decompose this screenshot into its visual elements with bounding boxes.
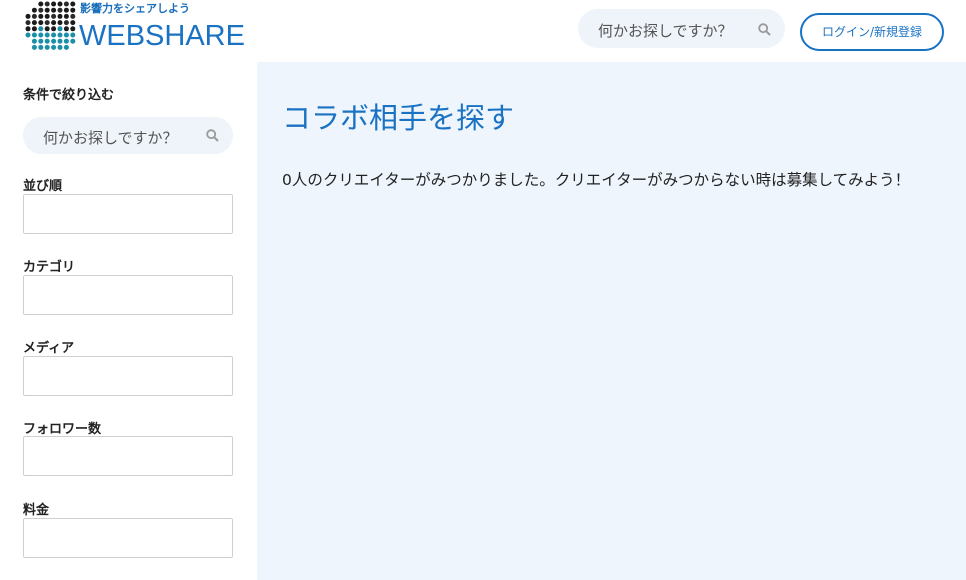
price-label: 料金	[23, 503, 50, 518]
search-result-message: 0人のクリエイターがみつかりました。クリエイターがみつからない時は募集してみよう…	[282, 171, 911, 189]
price-select[interactable]	[23, 518, 233, 558]
logo-wordmark: WEBSHARE	[79, 20, 245, 52]
header-search-input[interactable]: 何かお探しですか？	[578, 9, 785, 48]
search-icon[interactable]	[206, 129, 219, 142]
filter-title: 条件で絞り込む	[23, 88, 115, 103]
sidebar-search-input[interactable]: 何かお探しですか？	[23, 117, 233, 154]
header-search-placeholder: 何かお探しですか？	[598, 22, 733, 40]
sidebar-search-placeholder: 何かお探しですか？	[43, 129, 178, 147]
logo-tagline: 影響力をシェアしよう	[80, 2, 190, 15]
main-content: コラボ相手を探す 0人のクリエイターがみつかりました。クリエイターがみつからない…	[257, 62, 966, 580]
site-header: 影響力をシェアしよう WEBSHARE 何かお探しですか？ ログイン/新規登録	[0, 0, 966, 62]
media-label: メディア	[23, 341, 75, 356]
login-register-button[interactable]: ログイン/新規登録	[800, 13, 944, 51]
logo-dots-icon	[25, 1, 76, 50]
page-title: コラボ相手を探す	[282, 101, 515, 135]
follower-count-select[interactable]	[23, 436, 233, 476]
category-select[interactable]	[23, 275, 233, 315]
site-logo[interactable]: 影響力をシェアしよう WEBSHARE	[24, 0, 254, 54]
media-select[interactable]	[23, 356, 233, 396]
search-icon[interactable]	[758, 23, 771, 36]
filter-sidebar: 条件で絞り込む 何かお探しですか？ 並び順 カテゴリ メディア フォロワー数 料…	[0, 62, 257, 580]
follower-count-label: フォロワー数	[23, 422, 102, 437]
category-label: カテゴリ	[23, 260, 76, 275]
sort-order-label: 並び順	[23, 179, 63, 194]
sort-order-select[interactable]	[23, 194, 233, 234]
